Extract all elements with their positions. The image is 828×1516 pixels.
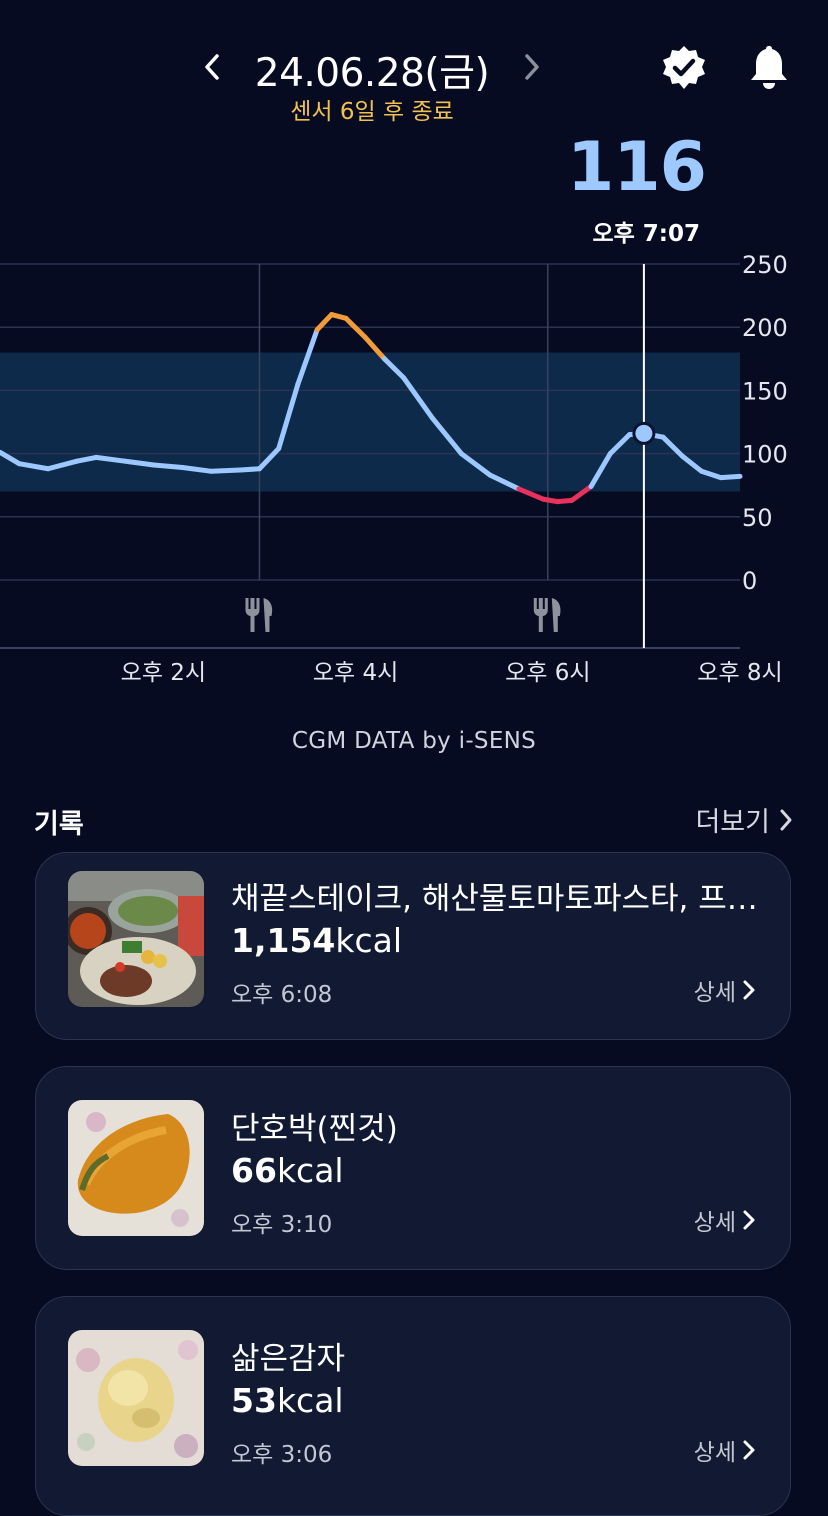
glucose-line-segment	[151, 462, 186, 471]
current-glucose-time: 오후 7:07	[592, 221, 700, 247]
record-card[interactable]: 단호박(찐것) 66kcal 오후 3:10 상세	[35, 1066, 791, 1270]
glucose-chart[interactable]: 250 200 150 100 50 0 오후 2시 오후 4시 오후 6시 오후 8시	[0, 250, 828, 700]
chevron-right-icon	[743, 980, 755, 1000]
kcal-value: 66	[231, 1151, 277, 1190]
food-photo	[68, 871, 204, 1007]
bell-icon[interactable]	[744, 42, 794, 92]
current-glucose-value: 116	[567, 128, 707, 207]
meal-time: 오후 3:06	[231, 1442, 333, 1468]
kcal-unit: kcal	[335, 921, 403, 960]
cgm-credit: CGM DATA by i-SENS	[291, 728, 537, 754]
record-card[interactable]: 삶은감자 53kcal 오후 3:06 상세	[35, 1296, 791, 1516]
record-card[interactable]: 채끝스테이크, 해산물토마토파스타, 프렌치프라이 1,154kcal 오후 6…	[35, 852, 791, 1040]
glucose-line-segment	[237, 466, 262, 473]
detail-button[interactable]: 상세	[694, 1433, 756, 1467]
next-date-button[interactable]	[514, 50, 548, 84]
meal-time: 오후 3:10	[231, 1212, 333, 1238]
glucose-line-segment	[718, 473, 743, 481]
kcal-value: 1,154	[231, 921, 336, 960]
food-kcal: 1,154kcal	[231, 921, 402, 960]
records-title: 기록	[34, 809, 84, 840]
detail-button[interactable]: 상세	[694, 973, 756, 1007]
sensor-status: 센서 6일 후 종료	[290, 99, 454, 125]
y-tick-label: 200	[742, 314, 788, 342]
food-kcal: 66kcal	[231, 1151, 344, 1190]
kcal-value: 53	[231, 1381, 277, 1420]
food-name: 채끝스테이크, 해산물토마토파스타, 프렌치프라이	[231, 881, 761, 917]
x-tick-label: 오후 6시	[505, 660, 590, 686]
verified-badge-icon[interactable]	[660, 44, 708, 92]
food-photo	[68, 1100, 204, 1236]
y-tick-label: 250	[742, 251, 788, 279]
records-more-button[interactable]: 더보기	[695, 800, 794, 839]
chevron-right-icon	[743, 1210, 755, 1230]
detail-button[interactable]: 상세	[694, 1203, 756, 1237]
food-name: 삶은감자	[231, 1341, 346, 1377]
food-kcal: 53kcal	[231, 1381, 344, 1420]
chevron-right-icon	[743, 1440, 755, 1460]
y-tick-label: 150	[742, 377, 788, 405]
fork-knife-icon	[245, 598, 273, 632]
x-tick-label: 오후 8시	[697, 660, 782, 686]
food-photo	[68, 1330, 204, 1466]
x-tick-label: 오후 4시	[313, 660, 398, 686]
kcal-unit: kcal	[276, 1381, 344, 1420]
current-value-point	[632, 421, 656, 445]
meal-time: 오후 6:08	[231, 982, 333, 1008]
food-name: 단호박(찐것)	[231, 1111, 398, 1147]
y-tick-label: 100	[742, 441, 788, 469]
prev-date-button[interactable]	[196, 50, 230, 84]
kcal-unit: kcal	[276, 1151, 344, 1190]
records-more-label: 더보기	[695, 807, 770, 838]
detail-label: 상세	[693, 980, 736, 1006]
detail-label: 상세	[693, 1210, 736, 1236]
y-tick-label: 0	[742, 567, 757, 595]
glucose-line-segment	[208, 467, 243, 474]
y-tick-label: 50	[742, 504, 773, 532]
detail-label: 상세	[693, 1440, 736, 1466]
date-title: 24.06.28(금)	[254, 51, 490, 96]
fork-knife-icon	[533, 598, 561, 632]
x-tick-label: 오후 2시	[121, 660, 206, 686]
chevron-right-icon	[780, 809, 792, 830]
target-range-band	[0, 352, 740, 492]
